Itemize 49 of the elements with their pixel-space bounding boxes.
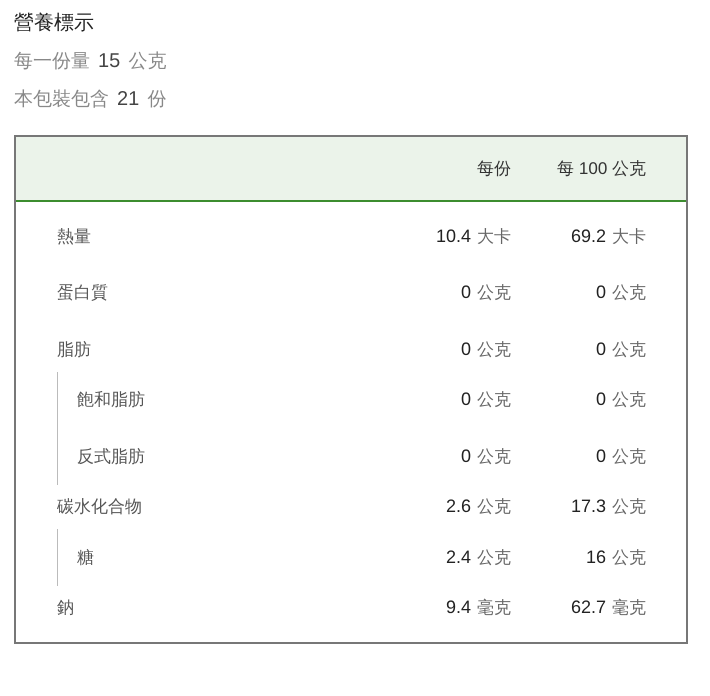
nutrient-name: 反式脂肪: [77, 446, 145, 468]
nutrient-unit: 公克: [612, 282, 646, 304]
serving-unit: 份: [147, 88, 166, 112]
nutrient-unit: 大卡: [477, 226, 511, 248]
nutrient-name: 飽和脂肪: [77, 389, 145, 411]
nutrient-amount: 0: [596, 281, 606, 304]
nutrient-unit: 公克: [477, 496, 511, 518]
nutrient-amount: 9.4: [446, 596, 471, 620]
nutrient-amount: 0: [460, 388, 471, 412]
nutrient-amount: 0: [596, 388, 606, 412]
nutrient-amount: 0: [460, 338, 471, 361]
nutrient-amount: 69.2: [570, 224, 606, 248]
nutrient-unit: 公克: [477, 282, 511, 304]
nutrient-name: 蛋白質: [57, 282, 108, 304]
nutrient-amount: 16: [586, 546, 606, 569]
nutrient-name: 糖: [77, 546, 94, 568]
nutrient-unit: 公克: [477, 546, 511, 569]
nutrient-unit: 公克: [477, 446, 511, 468]
nutrient-amount: 17.3: [570, 495, 606, 518]
serving-amount: 15: [98, 49, 120, 74]
serving-label: 每一份量: [14, 50, 90, 74]
nutrient-amount: 0: [596, 444, 606, 468]
serving-unit: 公克: [128, 50, 166, 74]
nutrient-unit: 公克: [477, 389, 511, 412]
nutrient-amount: 10.4: [436, 224, 471, 248]
nutrient-unit: 公克: [477, 338, 511, 361]
nutrient-name: 鈉: [57, 597, 74, 619]
serving-label: 本包裝包含: [14, 88, 109, 112]
nutrient-name: 熱量: [57, 226, 91, 248]
nutrient-amount: 0: [460, 444, 471, 468]
nutrient-unit: 大卡: [612, 226, 646, 248]
column-header: 每 100 公克: [556, 158, 646, 180]
nutrient-amount: 62.7: [570, 596, 606, 620]
nutrient-amount: 2.4: [446, 546, 471, 569]
nutrient-amount: 0: [460, 281, 471, 304]
serving-amount: 21: [117, 87, 140, 112]
nutrient-unit: 公克: [612, 496, 646, 518]
nutrient-unit: 公克: [612, 446, 646, 468]
nutrient-unit: 毫克: [477, 597, 511, 620]
nutrient-amount: 0: [596, 338, 606, 361]
nutrient-unit: 公克: [612, 389, 646, 412]
nutrient-unit: 公克: [612, 338, 646, 361]
page-title: 營養標示: [14, 11, 95, 36]
nutrient-unit: 公克: [612, 546, 646, 569]
column-header: 每份: [476, 158, 511, 180]
nutrient-unit: 毫克: [612, 597, 646, 620]
nutrient-name: 碳水化合物: [57, 496, 142, 518]
nutrient-amount: 2.6: [446, 495, 471, 518]
nutrient-name: 脂肪: [57, 338, 91, 360]
